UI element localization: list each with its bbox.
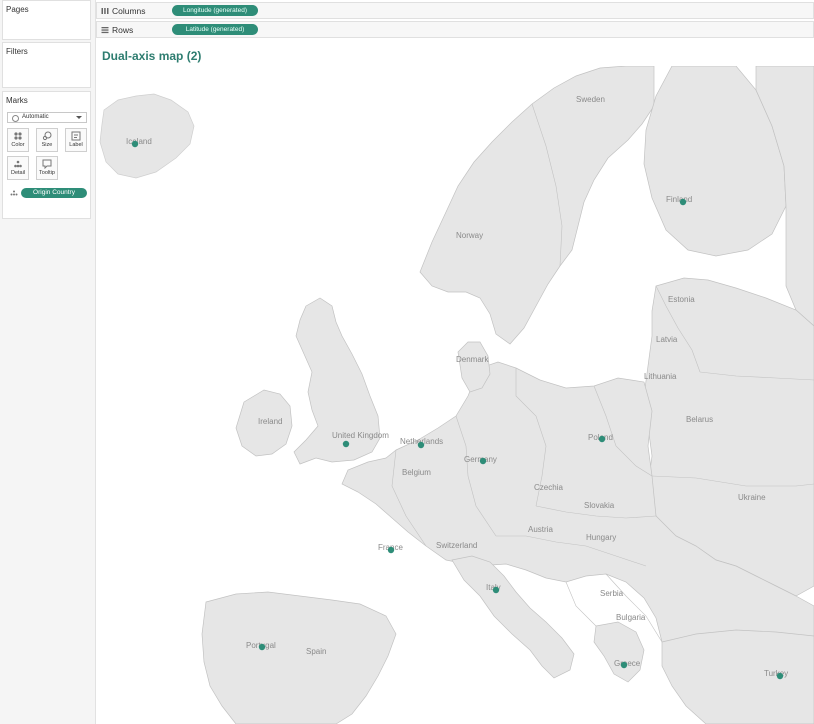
label-belgium: Belgium — [402, 468, 431, 477]
label-spain: Spain — [306, 647, 326, 656]
latitude-pill[interactable]: Latitude (generated) — [172, 24, 258, 35]
label-united-kingdom: United Kingdom — [332, 431, 389, 440]
detail-button[interactable]: Detail — [7, 156, 29, 180]
label-latvia: Latvia — [656, 335, 678, 344]
columns-label: Columns — [112, 6, 146, 16]
label-iceland: Iceland — [126, 137, 152, 146]
label-greece: Greece — [614, 659, 641, 668]
tooltip-icon — [42, 159, 52, 169]
label-czechia: Czechia — [534, 483, 563, 492]
color-label: Color — [11, 142, 25, 148]
label-turkey: Turkey — [764, 669, 788, 678]
rows-label: Rows — [112, 25, 134, 35]
label-belarus: Belarus — [686, 415, 713, 424]
detail-field-icon — [10, 190, 18, 196]
marks-title: Marks — [6, 96, 28, 105]
marks-card: Marks Automatic Color Size Label Detail … — [2, 91, 91, 219]
filters-card[interactable]: Filters — [2, 42, 91, 88]
columns-icon — [101, 8, 109, 14]
point-united-kingdom[interactable] — [342, 440, 350, 448]
point-france[interactable] — [387, 546, 395, 554]
point-greece[interactable] — [620, 661, 628, 669]
detail-label: Detail — [10, 170, 26, 176]
label-sweden: Sweden — [576, 95, 605, 104]
size-button[interactable]: Size — [36, 128, 58, 152]
size-label: Size — [41, 142, 53, 148]
point-finland[interactable] — [679, 198, 687, 206]
label-slovakia: Slovakia — [584, 501, 615, 510]
sidebar: Pages Filters Marks Automatic Color Size — [0, 0, 96, 724]
rows-shelf[interactable]: Rows Latitude (generated) — [96, 21, 814, 38]
point-turkey[interactable] — [776, 672, 784, 680]
tooltip-label: Tooltip — [39, 170, 55, 176]
longitude-pill[interactable]: Longitude (generated) — [172, 5, 258, 16]
origin-country-pill[interactable]: Origin Country — [21, 188, 87, 198]
label-button[interactable]: Label — [65, 128, 87, 152]
rows-icon — [101, 27, 109, 34]
label-denmark: Denmark — [456, 355, 489, 364]
columns-shelf[interactable]: Columns Longitude (generated) — [96, 2, 814, 19]
point-poland[interactable] — [598, 435, 606, 443]
label-hungary: Hungary — [586, 533, 616, 542]
tooltip-button[interactable]: Tooltip — [36, 156, 58, 180]
label-serbia: Serbia — [600, 589, 624, 598]
label-estonia: Estonia — [668, 295, 695, 304]
color-button[interactable]: Color — [7, 128, 29, 152]
label-ukraine: Ukraine — [738, 493, 766, 502]
label-icon — [71, 131, 81, 141]
map-canvas[interactable]: Iceland Sweden Finland Norway Estonia La… — [96, 66, 814, 724]
pages-title: Pages — [6, 5, 29, 14]
label-norway: Norway — [456, 231, 483, 240]
label-bulgaria: Bulgaria — [616, 613, 646, 622]
chevron-down-icon — [76, 116, 82, 119]
point-netherlands[interactable] — [417, 441, 425, 449]
mark-type-dropdown[interactable]: Automatic — [7, 112, 87, 123]
label-ireland: Ireland — [258, 417, 282, 426]
point-portugal[interactable] — [258, 643, 266, 651]
point-germany[interactable] — [479, 457, 487, 465]
label-switzerland: Switzerland — [436, 541, 477, 550]
label-austria: Austria — [528, 525, 553, 534]
label-lithuania: Lithuania — [644, 372, 677, 381]
circle-icon — [12, 115, 19, 122]
map-view[interactable]: Iceland Sweden Finland Norway Estonia La… — [96, 66, 814, 724]
point-iceland[interactable] — [131, 140, 139, 148]
point-italy[interactable] — [492, 586, 500, 594]
label-label: Label — [69, 142, 83, 148]
color-icon — [14, 132, 22, 140]
size-icon — [42, 131, 52, 141]
pages-card[interactable]: Pages — [2, 0, 91, 40]
label-finland: Finland — [666, 195, 692, 204]
filters-title: Filters — [6, 47, 28, 56]
detail-icon — [14, 160, 22, 168]
mark-type-label: Automatic — [22, 114, 49, 120]
view-title: Dual-axis map (2) — [102, 49, 202, 63]
